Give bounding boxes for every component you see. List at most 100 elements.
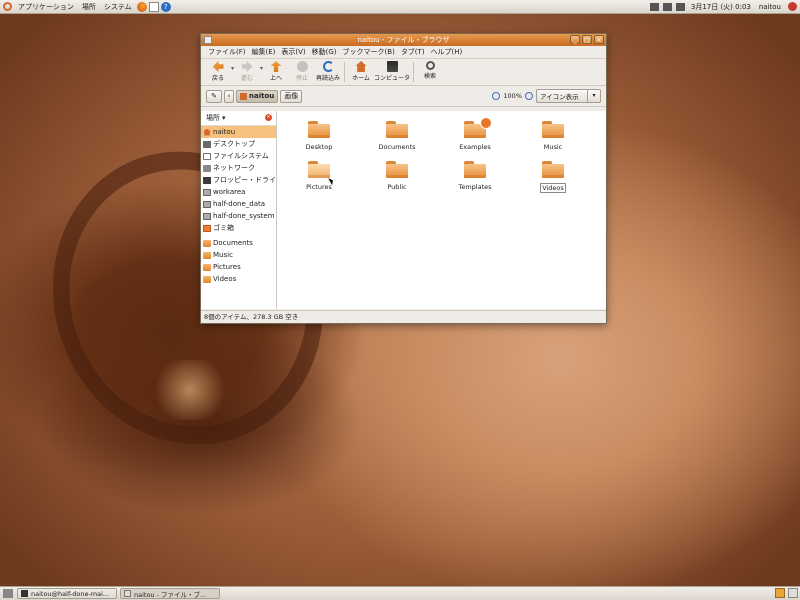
menu-file[interactable]: ファイル(F) [205, 47, 249, 57]
menu-go[interactable]: 移動(G) [309, 47, 340, 57]
chevron-down-icon: ▾ [587, 90, 600, 102]
search-label: 検索 [424, 73, 437, 80]
file-item[interactable]: Desktop [294, 121, 344, 151]
trash-applet-icon[interactable] [788, 588, 798, 598]
drive-icon [203, 212, 211, 220]
file-name: Pictures [306, 183, 332, 191]
sidebar-item-half-done-data[interactable]: half-done_data [201, 198, 276, 210]
sidebar-item-label: ファイルシステム [213, 152, 269, 160]
sidebar-item-half-done-system[interactable]: half-done_system [201, 210, 276, 222]
show-desktop-icon[interactable] [3, 589, 13, 598]
minimize-button[interactable]: _ [570, 35, 580, 44]
file-item[interactable]: Pictures [294, 161, 344, 191]
menu-view[interactable]: 表示(V) [278, 47, 308, 57]
close-button[interactable]: × [594, 35, 604, 44]
sidebar-bookmark-documents[interactable]: Documents [201, 237, 276, 249]
stop-button[interactable]: 停止 [289, 59, 315, 82]
menu-edit[interactable]: 編集(E) [249, 47, 279, 57]
file-name: Videos [540, 183, 566, 193]
home-icon [355, 61, 367, 72]
file-item[interactable]: Music [528, 121, 578, 151]
home-label: ホーム [352, 75, 370, 82]
path-scroll-left-button[interactable]: ‹ [224, 89, 234, 103]
filesystem-icon [203, 152, 211, 160]
zoom-in-icon[interactable] [525, 92, 533, 100]
file-item[interactable]: Documents [372, 121, 422, 151]
taskbar-item-file-browser[interactable]: naitou - ファイル・ブ... [120, 588, 220, 599]
sidebar-item-home[interactable]: naitou [201, 126, 276, 138]
file-item[interactable]: Videos [528, 161, 578, 193]
file-name: Desktop [305, 143, 333, 151]
sidebar-item-workarea[interactable]: workarea [201, 186, 276, 198]
help-icon[interactable]: ? [160, 1, 171, 12]
menu-system[interactable]: システム [100, 2, 136, 12]
network-icon [203, 164, 211, 172]
floppy-icon [203, 176, 211, 184]
path-button-home[interactable]: naitou [236, 89, 279, 103]
sidebar-item-desktop[interactable]: デスクトップ [201, 138, 276, 150]
view-mode-select[interactable]: アイコン表示 ▾ [536, 89, 601, 103]
firefox-icon[interactable] [136, 1, 147, 12]
sidebar-bookmark-music[interactable]: Music [201, 249, 276, 261]
trash-icon [203, 224, 211, 232]
computer-button[interactable]: コンピュータ [374, 59, 410, 82]
task-label: naitou@half-done-mai... [31, 589, 110, 598]
menu-help[interactable]: ヘルプ(H) [428, 47, 466, 57]
sidebar-item-trash[interactable]: ゴミ箱 [201, 222, 276, 234]
file-item[interactable]: Public [372, 161, 422, 191]
taskbar-item-terminal[interactable]: naitou@half-done-mai... [17, 588, 117, 599]
up-button[interactable]: 上へ [263, 59, 289, 82]
search-icon [425, 61, 435, 70]
user-name[interactable]: naitou [755, 3, 785, 11]
search-button[interactable]: 検索 [417, 59, 443, 80]
path-next-label: 画像 [284, 92, 299, 100]
computer-icon [386, 61, 398, 72]
battery-icon[interactable] [662, 2, 672, 11]
file-name: Music [543, 143, 563, 151]
zoom-out-icon[interactable] [492, 92, 501, 100]
sidebar-bookmark-pictures[interactable]: Pictures [201, 261, 276, 273]
menu-places[interactable]: 場所 [78, 2, 100, 12]
sidebar-item-filesystem[interactable]: ファイルシステム [201, 150, 276, 162]
zoom-level[interactable]: 100% [503, 92, 522, 100]
forward-button[interactable]: 進む [234, 59, 260, 82]
drive-icon [203, 200, 211, 208]
back-label: 戻る [211, 75, 224, 82]
mail-icon[interactable] [148, 1, 159, 12]
back-arrow-icon [212, 61, 224, 72]
sidebar-item-network[interactable]: ネットワーク [201, 162, 276, 174]
power-icon[interactable] [788, 2, 797, 11]
menu-applications[interactable]: アプリケーション [14, 2, 78, 12]
maximize-button[interactable]: □ [582, 35, 592, 44]
titlebar[interactable]: naitou - ファイル・ブラウザ _ □ × [201, 34, 606, 46]
volume-icon[interactable] [675, 2, 685, 11]
file-item[interactable]: Templates [450, 161, 500, 191]
file-name: Documents [378, 143, 416, 151]
home-button[interactable]: ホーム [348, 59, 374, 82]
network-icon[interactable] [649, 2, 659, 11]
back-button[interactable]: 戻る [205, 59, 231, 82]
folder-icon [386, 161, 408, 178]
workspace-switcher-icon[interactable] [775, 588, 785, 598]
file-name: Examples [459, 143, 491, 151]
close-sidebar-icon[interactable]: × [265, 114, 272, 121]
sidebar-bookmark-videos[interactable]: Videos [201, 273, 276, 285]
clock[interactable]: 3月17日 (火) 0:03 [687, 2, 755, 12]
folder-icon [464, 161, 486, 178]
menu-bookmarks[interactable]: ブックマーク(B) [340, 47, 398, 57]
toggle-location-entry-button[interactable]: ✎ [206, 89, 222, 103]
menubar: ファイル(F) 編集(E) 表示(V) 移動(G) ブックマーク(B) タブ(T… [201, 46, 606, 59]
up-arrow-icon [270, 61, 282, 72]
file-item[interactable]: Examples [450, 117, 500, 151]
folder-icon [203, 275, 211, 283]
reload-button[interactable]: 再読込み [315, 59, 341, 82]
folder-icon [203, 263, 211, 271]
toolbar-separator [344, 62, 346, 82]
menu-tabs[interactable]: タブ(T) [398, 47, 428, 57]
sidebar-header[interactable]: 場所 ▾ × [201, 111, 276, 126]
path-button-next[interactable]: 画像 [280, 89, 303, 103]
file-icon-view[interactable]: Desktop Documents Examples Music Picture… [277, 111, 606, 309]
task-label: naitou - ファイル・ブ... [134, 590, 207, 599]
file-browser-window: naitou - ファイル・ブラウザ _ □ × ファイル(F) 編集(E) 表… [200, 33, 607, 324]
sidebar-item-floppy[interactable]: フロッピー・ドライブ [201, 174, 276, 186]
